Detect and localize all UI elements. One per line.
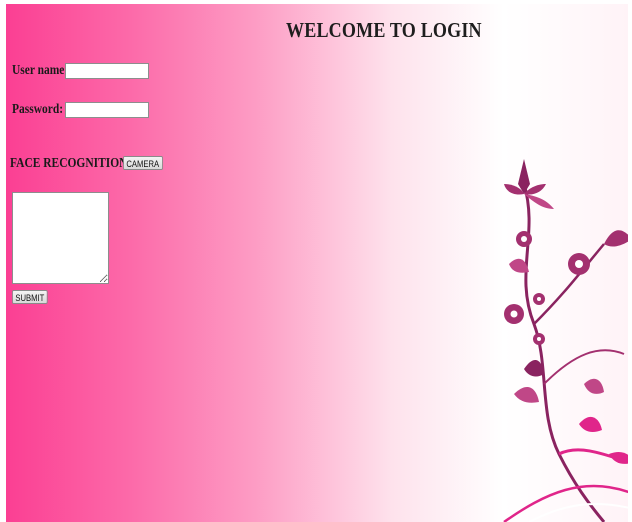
page-title: WELCOME TO LOGIN — [286, 18, 482, 42]
password-label: Password: — [12, 102, 64, 117]
username-label: User name: — [12, 63, 69, 78]
floral-vine-icon — [503, 159, 628, 522]
login-page: WELCOME TO LOGIN User name: Password: FA… — [6, 4, 628, 522]
face-capture-area[interactable] — [12, 192, 109, 284]
password-field[interactable] — [65, 102, 149, 118]
face-recognition-label: FACE RECOGNITION: — [10, 156, 132, 171]
username-field[interactable] — [65, 63, 149, 79]
camera-button[interactable]: CAMERA — [123, 156, 163, 170]
submit-button[interactable]: SUBMIT — [12, 290, 48, 304]
